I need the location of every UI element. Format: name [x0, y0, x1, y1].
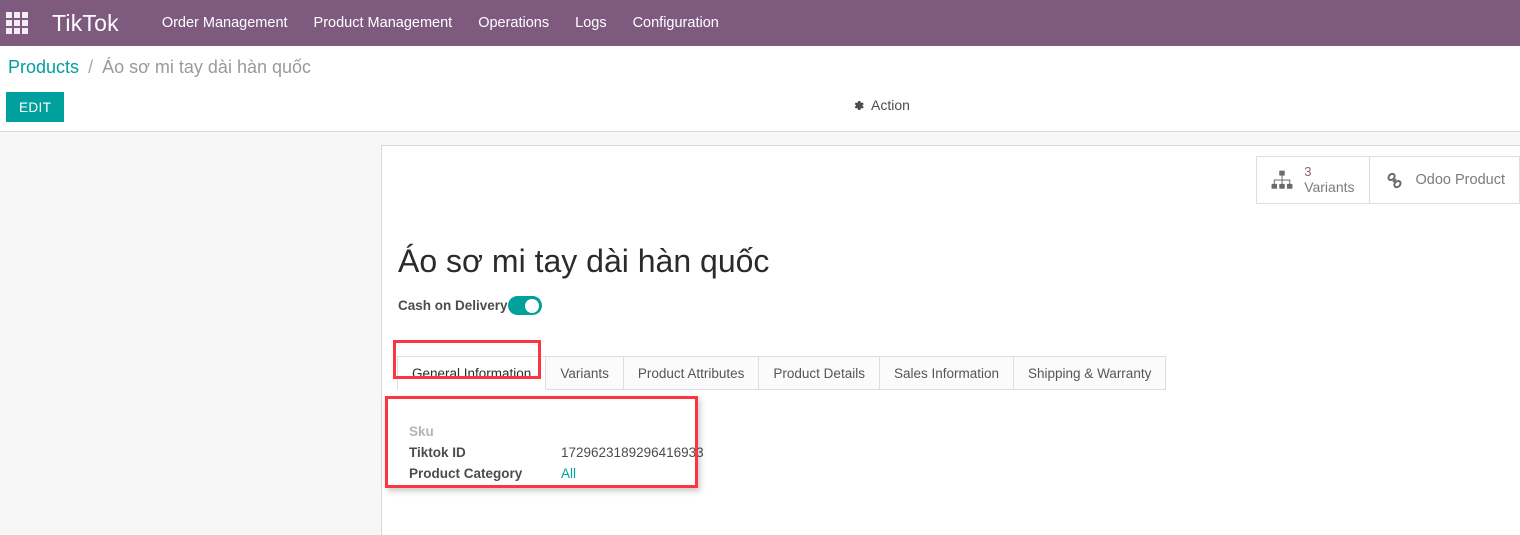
menu-item-order-management[interactable]: Order Management [149, 0, 301, 46]
field-value-tiktok-id: 1729623189296416933 [561, 445, 704, 460]
form-sheet: 3 Variants Odoo Product Áo sơ mi tay dài… [381, 145, 1520, 535]
page-body: 3 Variants Odoo Product Áo sơ mi tay dài… [0, 132, 1520, 535]
stat-button-box: 3 Variants Odoo Product [1256, 156, 1520, 204]
cash-on-delivery-label: Cash on Delivery [398, 298, 508, 313]
stat-button-odoo-product[interactable]: Odoo Product [1368, 156, 1520, 204]
gear-icon [852, 99, 865, 112]
sitemap-icon [1271, 170, 1293, 190]
stat-variants-text: 3 Variants [1304, 164, 1354, 196]
cash-on-delivery-toggle[interactable] [508, 296, 542, 315]
page-title: Áo sơ mi tay dài hàn quốc [398, 243, 770, 280]
field-label-tiktok-id: Tiktok ID [409, 445, 466, 460]
cash-on-delivery-row: Cash on Delivery [398, 296, 542, 315]
field-value-sku[interactable] [561, 424, 704, 439]
stat-button-variants[interactable]: 3 Variants [1256, 156, 1369, 204]
brand-title[interactable]: TikTok [52, 10, 119, 37]
tab-general-information[interactable]: General Information [397, 356, 547, 390]
field-label-product-category: Product Category [409, 466, 523, 481]
stat-variants-label: Variants [1304, 179, 1355, 196]
breadcrumb-current: Áo sơ mi tay dài hàn quốc [102, 57, 312, 77]
menu-item-logs[interactable]: Logs [562, 0, 619, 46]
apps-grid-icon[interactable] [6, 12, 28, 34]
menu-item-configuration[interactable]: Configuration [620, 0, 732, 46]
edit-button[interactable]: EDIT [6, 92, 65, 122]
stat-variants-value: 3 [1304, 164, 1312, 180]
tab-sales-information[interactable]: Sales Information [879, 356, 1015, 390]
top-navbar: TikTok Order Management Product Manageme… [0, 0, 1520, 46]
chain-link-icon [1384, 170, 1405, 191]
stat-odoo-product-label: Odoo Product [1415, 172, 1505, 188]
breadcrumb-products-link[interactable]: Products [8, 57, 79, 77]
breadcrumb-separator: / [88, 57, 94, 77]
breadcrumb: Products / Áo sơ mi tay dài hàn quốc [8, 57, 311, 78]
main-menu: Order Management Product Management Oper… [149, 0, 732, 46]
general-information-fields: Sku Tiktok ID 1729623189296416933 Produc… [397, 414, 716, 493]
tab-product-details[interactable]: Product Details [759, 356, 880, 390]
toggle-knob [525, 298, 539, 313]
field-label-sku: Sku [409, 424, 434, 439]
tab-variants[interactable]: Variants [546, 356, 624, 390]
field-value-product-category[interactable]: All [561, 466, 704, 481]
action-button-label: Action [871, 97, 910, 113]
tab-product-attributes[interactable]: Product Attributes [623, 356, 760, 390]
tab-shipping-warranty[interactable]: Shipping & Warranty [1014, 356, 1167, 390]
action-button[interactable]: Action [852, 97, 910, 113]
menu-item-operations[interactable]: Operations [465, 0, 562, 46]
notebook-tabs: General Information Variants Product Att… [397, 356, 1167, 390]
menu-item-product-management[interactable]: Product Management [301, 0, 466, 46]
